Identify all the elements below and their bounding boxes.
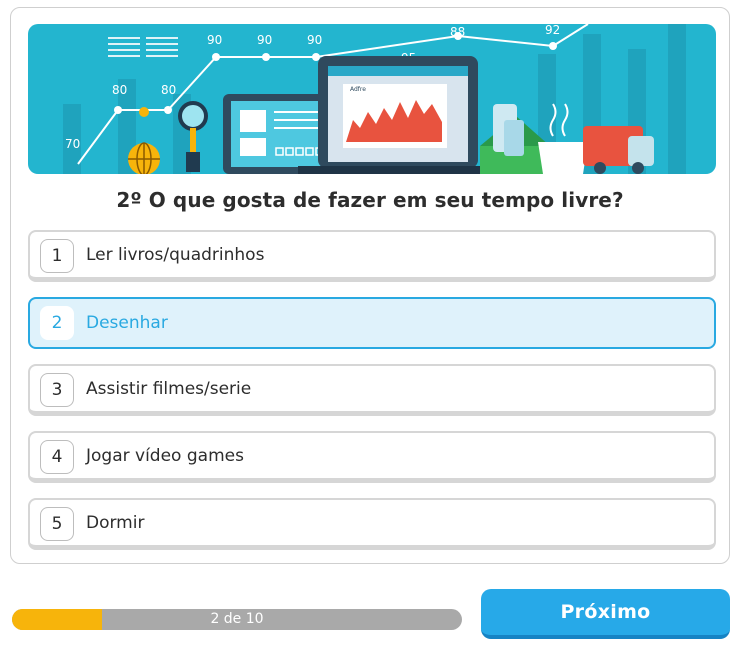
option-label: Jogar vídeo games <box>86 446 244 466</box>
option-2-selected[interactable]: 2 Desenhar <box>28 297 716 349</box>
next-button[interactable]: Próximo <box>481 589 730 639</box>
option-label: Desenhar <box>86 313 168 333</box>
option-label: Dormir <box>86 513 145 533</box>
option-3[interactable]: 3 Assistir filmes/serie <box>28 364 716 416</box>
question-title: 2º O que gosta de fazer em seu tempo liv… <box>116 188 624 212</box>
banner-illustration: 70 80 80 90 90 90 88 92 95 <box>28 24 716 174</box>
option-number: 2 <box>40 306 74 340</box>
option-number: 5 <box>40 507 74 541</box>
progress-text: 2 de 10 <box>210 611 264 627</box>
chart-label: 90 <box>207 33 222 47</box>
chart-label: 80 <box>161 83 176 97</box>
chart-label: 70 <box>65 137 80 151</box>
option-number: 3 <box>40 373 74 407</box>
screen-caption: Adfre <box>350 86 366 93</box>
progress-bar: 2 de 10 <box>12 609 462 630</box>
chart-label: 88 <box>450 25 465 39</box>
chart-label: 90 <box>307 33 322 47</box>
question-card: 70 80 80 90 90 90 88 92 95 <box>10 7 730 564</box>
option-5[interactable]: 5 Dormir <box>28 498 716 550</box>
chart-label: 80 <box>112 83 127 97</box>
option-number: 1 <box>40 239 74 273</box>
option-label: Ler livros/quadrinhos <box>86 245 265 265</box>
option-label: Assistir filmes/serie <box>86 379 252 399</box>
option-4[interactable]: 4 Jogar vídeo games <box>28 431 716 483</box>
option-1[interactable]: 1 Ler livros/quadrinhos <box>28 230 716 282</box>
chart-label: 92 <box>545 24 560 37</box>
option-number: 4 <box>40 440 74 474</box>
chart-label: 90 <box>257 33 272 47</box>
